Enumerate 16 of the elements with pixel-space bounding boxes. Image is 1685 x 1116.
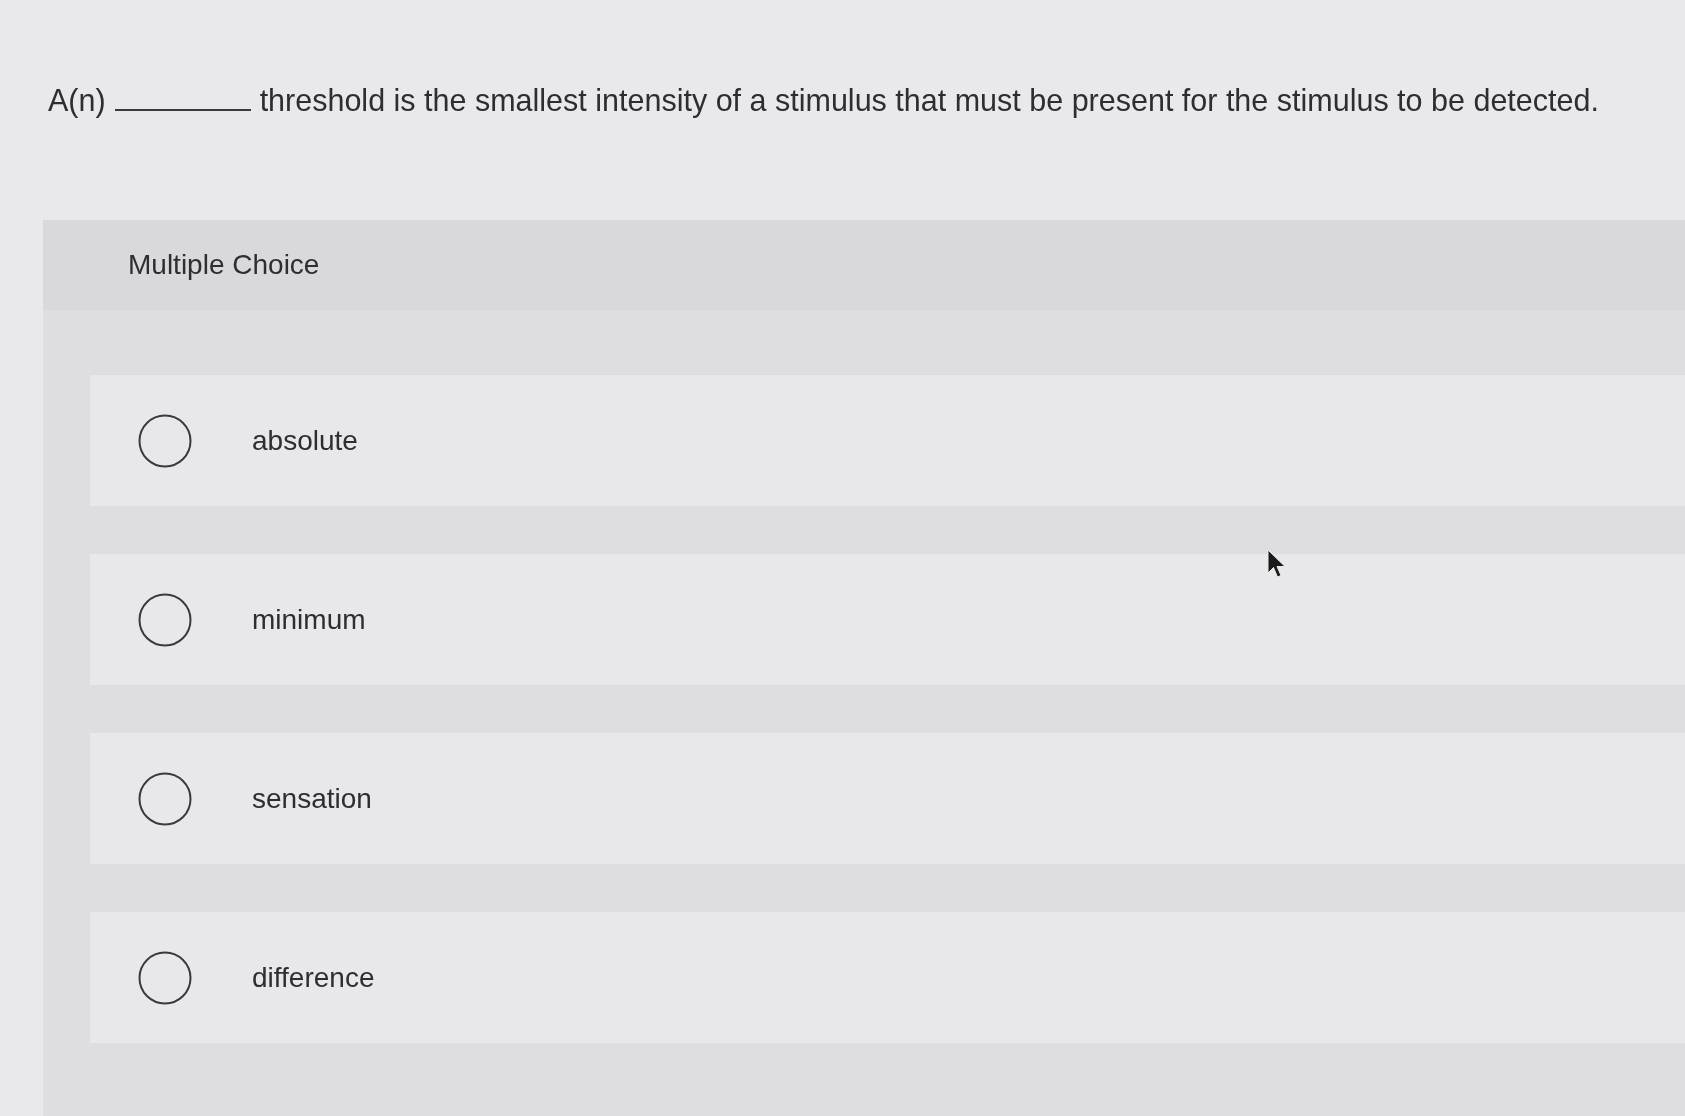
mouse-pointer-icon: [1267, 549, 1287, 579]
answer-option[interactable]: sensation: [90, 733, 1685, 864]
multiple-choice-heading: Multiple Choice: [128, 249, 320, 281]
option-label: minimum: [252, 603, 366, 636]
radio-button-icon[interactable]: [138, 413, 192, 468]
question-prefix: A(n): [48, 82, 106, 120]
radio-button-icon[interactable]: [138, 950, 192, 1005]
radio-button-icon[interactable]: [138, 592, 192, 647]
option-label: sensation: [252, 782, 372, 815]
radio-button-icon[interactable]: [138, 771, 192, 826]
question-text: threshold is the smallest intensity of a stimulus that must be present for the stimulus to be detected.: [259, 82, 1599, 120]
option-label: difference: [252, 961, 375, 994]
answer-option[interactable]: difference: [90, 912, 1685, 1043]
answer-option[interactable]: minimum: [90, 554, 1685, 685]
answer-option[interactable]: absolute: [90, 375, 1685, 506]
option-label: absolute: [252, 424, 358, 457]
